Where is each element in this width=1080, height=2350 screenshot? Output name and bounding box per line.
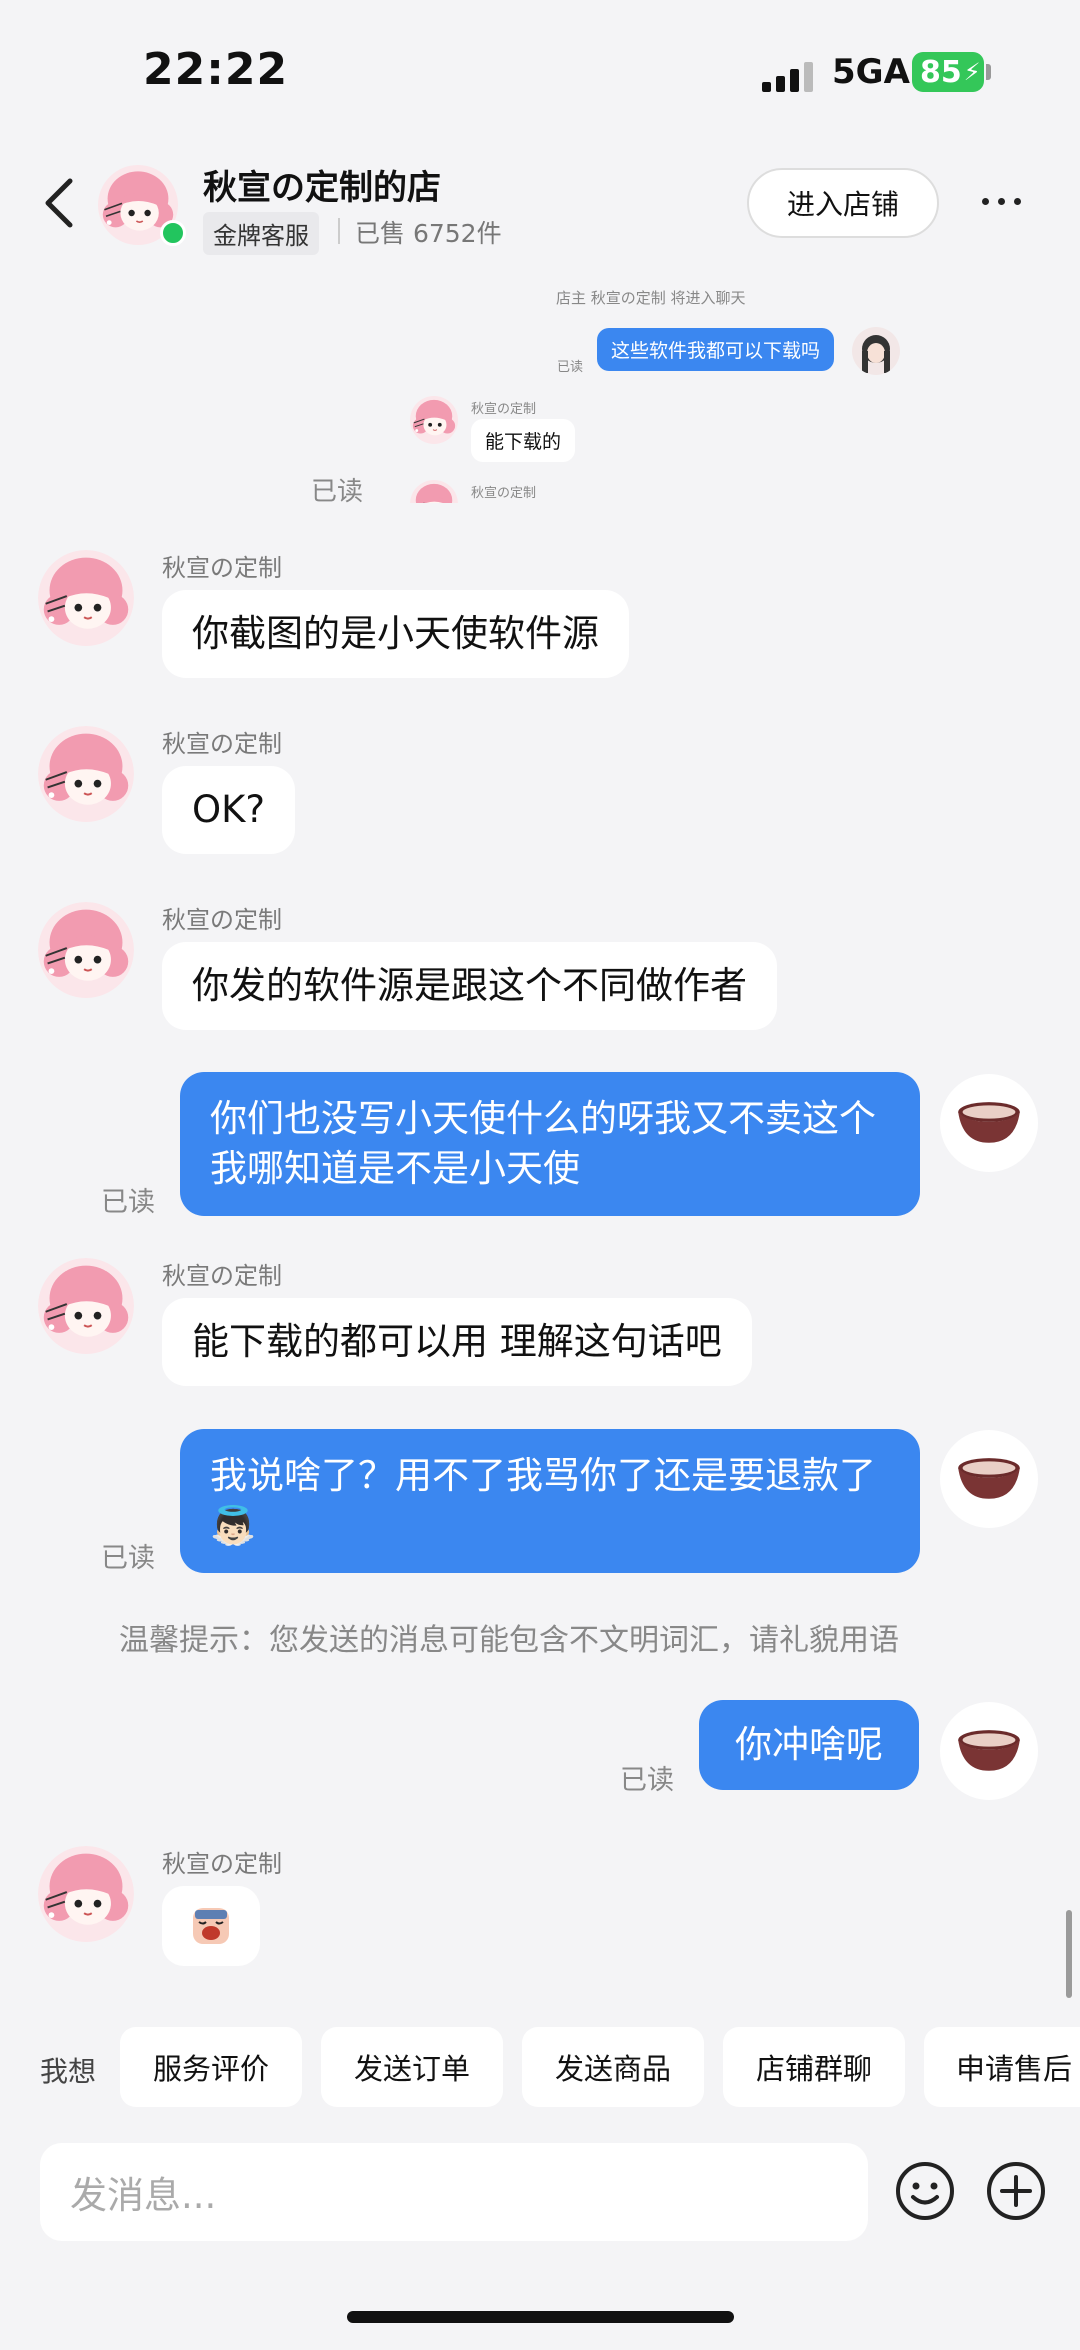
shared-seller-avatar — [410, 396, 458, 444]
send-order-button[interactable]: 发送订单 — [321, 2027, 503, 2107]
seller-avatar[interactable] — [38, 726, 134, 822]
plus-circle-icon — [987, 2162, 1045, 2220]
emoji-button[interactable] — [894, 2160, 956, 2222]
sticker-message[interactable] — [162, 1886, 260, 1966]
sender-name: 秋宣の定制 — [162, 554, 282, 582]
shared-system-text: 店主 秋宣の定制 将进入聊天 — [556, 289, 746, 307]
charging-icon: ⚡ — [963, 58, 981, 86]
shared-user-avatar — [852, 327, 900, 375]
sold-count: 已售 6752件 — [355, 219, 502, 248]
chevron-left-icon — [45, 178, 73, 228]
message-bubble-out[interactable]: 你们也没写小天使什么的呀我又不卖这个我哪知道是不是小天使 — [180, 1072, 920, 1216]
sender-name: 秋宣の定制 — [162, 730, 282, 758]
read-receipt: 已读 — [101, 1543, 155, 1574]
message-bubble[interactable]: 你截图的是小天使软件源 — [162, 590, 629, 679]
read-receipt: 已读 — [620, 1765, 674, 1796]
battery-icon: 85 ⚡ — [912, 52, 984, 92]
back-button[interactable] — [40, 175, 80, 231]
service-review-button[interactable]: 服务评价 — [120, 2027, 302, 2107]
bowl-icon — [956, 1101, 1022, 1145]
online-status-dot — [160, 220, 186, 246]
add-button[interactable] — [985, 2160, 1047, 2222]
user-avatar[interactable] — [940, 1430, 1038, 1528]
shared-read-label: 已读 — [557, 360, 584, 375]
chat-scrollbar[interactable] — [1066, 1910, 1072, 1998]
seller-avatar[interactable] — [38, 902, 134, 998]
more-dots-icon[interactable] — [982, 198, 1021, 205]
read-receipt: 已读 — [101, 1187, 155, 1218]
after-sales-button[interactable]: 申请售后 — [924, 2027, 1080, 2107]
smiley-icon — [896, 2162, 954, 2220]
user-avatar[interactable] — [940, 1074, 1038, 1172]
civility-hint: 温馨提示：您发送的消息可能包含不文明词汇，请礼貌用语 — [119, 1623, 899, 1658]
message-bubble-out[interactable]: 我说啥了？用不了我骂你了还是要退款了👼🏻 — [180, 1429, 920, 1573]
sender-name: 秋宣の定制 — [162, 1262, 282, 1290]
shared-user-bubble: 这些软件我都可以下载吗 — [597, 328, 835, 371]
crying-sticker-icon — [193, 1908, 229, 1944]
divider — [338, 218, 340, 244]
message-input[interactable]: 发消息... — [40, 2143, 868, 2241]
quickbar-label: 我想 — [40, 2055, 97, 2088]
bowl-icon — [956, 1457, 1022, 1501]
bowl-icon — [956, 1729, 1022, 1773]
seller-avatar[interactable] — [38, 1258, 134, 1354]
shared-seller-bubble: 能下载的 — [471, 419, 576, 462]
network-type: 5GA — [832, 52, 910, 92]
message-bubble-out[interactable]: 你冲啥呢 — [699, 1700, 919, 1790]
home-indicator[interactable] — [347, 2311, 734, 2323]
message-bubble[interactable]: 能下载的都可以用 理解这句话吧 — [162, 1298, 752, 1387]
gold-service-badge: 金牌客服 — [203, 212, 319, 255]
shared-seller-name-2: 秋宣の定制 — [471, 486, 537, 501]
battery-level: 85 — [920, 54, 962, 90]
shared-seller-name: 秋宣の定制 — [471, 402, 537, 417]
status-time: 22:22 — [143, 44, 289, 95]
signal-icon — [762, 56, 816, 92]
enter-shop-button[interactable]: 进入店铺 — [747, 168, 939, 238]
shop-name[interactable]: 秋宣の定制的店 — [203, 160, 441, 209]
seller-avatar[interactable] — [38, 550, 134, 646]
message-bubble[interactable]: OK? — [162, 766, 296, 855]
shared-read-label-2: 已读 — [311, 477, 364, 507]
shop-group-chat-button[interactable]: 店铺群聊 — [723, 2027, 905, 2107]
message-bubble[interactable]: 你发的软件源是跟这个不同做作者 — [162, 942, 777, 1031]
send-product-button[interactable]: 发送商品 — [522, 2027, 704, 2107]
user-avatar[interactable] — [940, 1702, 1038, 1800]
sender-name: 秋宣の定制 — [162, 906, 282, 934]
battery-tip — [986, 64, 991, 80]
seller-avatar[interactable] — [38, 1846, 134, 1942]
shared-seller-avatar-2 — [410, 480, 470, 503]
sender-name: 秋宣の定制 — [162, 1850, 282, 1878]
